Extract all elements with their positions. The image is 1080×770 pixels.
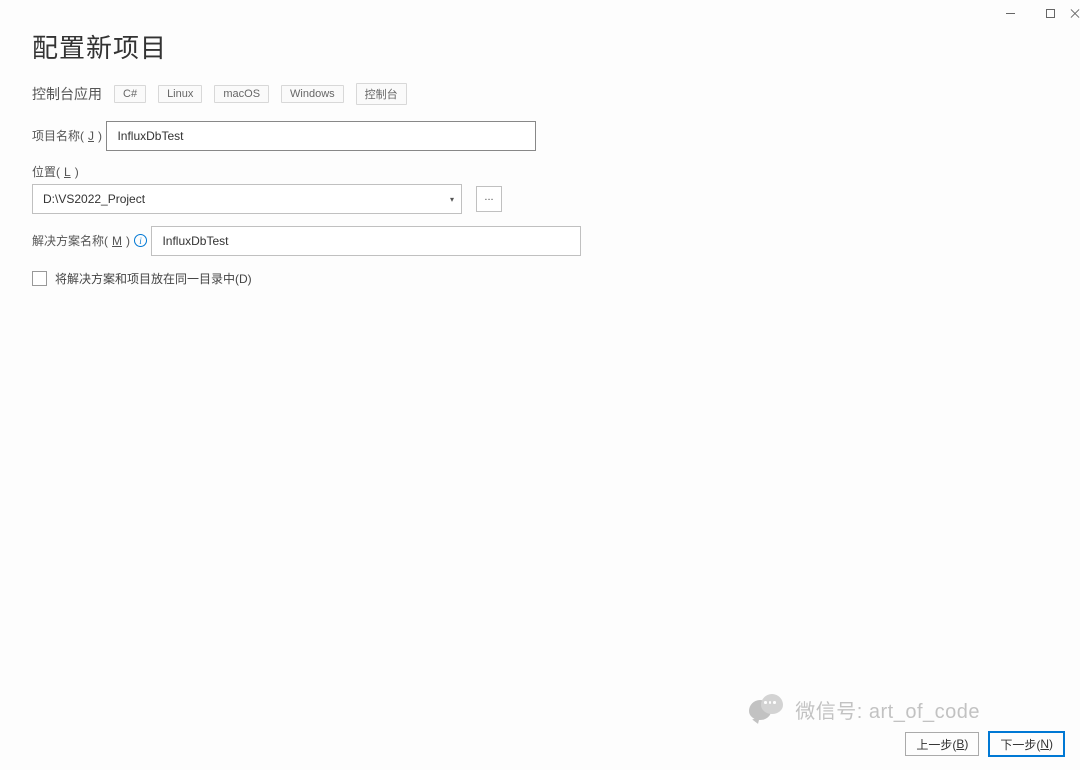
tag-windows: Windows [281,85,344,103]
same-directory-label: 将解决方案和项目放在同一目录中(D) [55,270,252,287]
subtitle-row: 控制台应用 C# Linux macOS Windows 控制台 [32,83,1048,105]
solution-name-label: 解决方案名称(M) i [32,232,147,249]
tag-linux: Linux [158,85,202,103]
minimize-button[interactable] [990,4,1030,22]
maximize-button[interactable] [1030,4,1070,22]
tag-csharp: C# [114,85,146,103]
project-name-input[interactable] [106,121,536,151]
project-type-label: 控制台应用 [32,84,102,104]
back-button[interactable]: 上一步(B) [905,732,979,756]
project-name-label: 项目名称(J) [32,127,102,144]
same-directory-checkbox[interactable] [32,271,47,286]
location-value: D:\VS2022_Project [33,192,443,206]
solution-name-group: 解决方案名称(M) i [32,226,1048,256]
same-directory-row[interactable]: 将解决方案和项目放在同一目录中(D) [32,270,1048,287]
chevron-down-icon[interactable]: ▾ [443,185,461,213]
solution-name-input[interactable] [151,226,581,256]
window-controls [990,4,1080,22]
info-icon[interactable]: i [134,234,147,247]
location-combobox[interactable]: D:\VS2022_Project ▾ [32,184,462,214]
watermark-text: 微信号: art_of_code [795,695,980,724]
watermark: 微信号: art_of_code [749,694,980,724]
project-name-group: 项目名称(J) [32,121,1048,151]
location-group: 位置(L) D:\VS2022_Project ▾ ... [32,163,1048,214]
wechat-icon [749,694,785,724]
close-button[interactable] [1070,4,1080,22]
footer-buttons: 上一步(B) 下一步(N) [905,732,1064,756]
browse-button[interactable]: ... [476,186,502,212]
page-title: 配置新项目 [32,28,1048,65]
tag-macos: macOS [214,85,269,103]
next-button[interactable]: 下一步(N) [989,732,1064,756]
tag-console: 控制台 [356,83,407,105]
location-label: 位置(L) [32,163,79,180]
